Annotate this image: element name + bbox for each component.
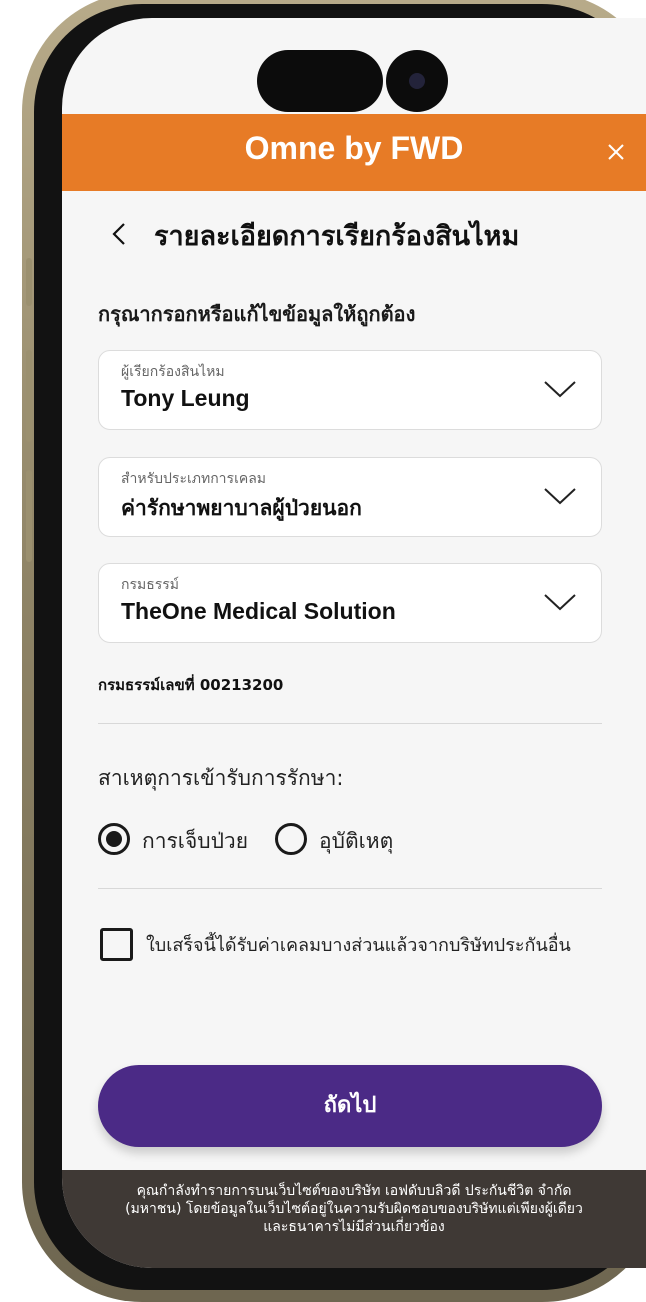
disclaimer-line: คุณกำลังทำรายการบนเว็บไซต์ของบริษัท เอฟด… bbox=[136, 1183, 572, 1199]
policy-value: TheOne Medical Solution bbox=[121, 598, 396, 624]
radio-selected-dot bbox=[106, 831, 122, 847]
dynamic-island bbox=[257, 50, 383, 112]
camera-lens bbox=[409, 73, 425, 89]
close-icon[interactable] bbox=[600, 136, 632, 168]
chevron-down-icon bbox=[544, 381, 576, 398]
next-button[interactable]: ถัดไป bbox=[98, 1065, 602, 1147]
chevron-down-icon bbox=[544, 594, 576, 611]
claim-type-select[interactable]: สำหรับประเภทการเคลม ค่ารักษาพยาบาลผู้ป่ว… bbox=[98, 457, 602, 537]
policy-number: กรมธรรม์เลขที่ 00213200 bbox=[98, 676, 284, 694]
radio-illness-label: การเจ็บป่วย bbox=[142, 829, 249, 853]
page-title: รายละเอียดการเรียกร้องสินไหม bbox=[154, 221, 520, 252]
claimant-label: ผู้เรียกร้องสินไหม bbox=[121, 364, 225, 380]
disclaimer-line: และธนาคารไม่มีส่วนเกี่ยวข้อง bbox=[263, 1219, 445, 1235]
disclaimer-line: (มหาชน) โดยข้อมูลในเว็บไซต์อยู่ในความรับ… bbox=[125, 1201, 583, 1217]
radio-circle bbox=[275, 823, 307, 855]
app-header: Omne by FWD bbox=[62, 114, 646, 191]
other-insurance-label: ใบเสร็จนี้ได้รับค่าเคลมบางส่วนแล้วจากบริ… bbox=[146, 935, 571, 956]
claim-type-label: สำหรับประเภทการเคลม bbox=[121, 471, 267, 487]
mute-switch bbox=[26, 258, 32, 306]
radio-accident-label: อุบัติเหตุ bbox=[319, 829, 394, 853]
form-instruction: กรุณากรอกหรือแก้ไขข้อมูลให้ถูกต้อง bbox=[98, 302, 416, 326]
disclaimer-footer: คุณกำลังทำรายการบนเว็บไซต์ของบริษัท เอฟด… bbox=[62, 1170, 646, 1268]
radio-illness[interactable]: การเจ็บป่วย bbox=[98, 821, 258, 857]
divider bbox=[98, 888, 602, 889]
claimant-value: Tony Leung bbox=[121, 385, 250, 411]
policy-label: กรมธรรม์ bbox=[121, 577, 180, 593]
radio-accident[interactable]: อุบัติเหตุ bbox=[275, 821, 415, 857]
app-title: Omne by FWD bbox=[244, 130, 464, 166]
divider bbox=[98, 723, 602, 724]
treatment-reason-label: สาเหตุการเข้ารับการรักษา: bbox=[98, 766, 344, 790]
other-insurance-checkbox[interactable] bbox=[100, 928, 133, 961]
volume-down-button bbox=[26, 470, 32, 562]
back-arrow-icon[interactable] bbox=[108, 220, 132, 248]
phone-screen: Omne by FWD รายละเอียดการเรียกร้องสินไหม… bbox=[62, 18, 646, 1268]
front-camera bbox=[386, 50, 448, 112]
radio-circle bbox=[98, 823, 130, 855]
policy-select[interactable]: กรมธรรม์ TheOne Medical Solution bbox=[98, 563, 602, 643]
volume-up-button bbox=[26, 350, 32, 442]
claim-type-value: ค่ารักษาพยาบาลผู้ป่วยนอก bbox=[121, 496, 362, 520]
chevron-down-icon bbox=[544, 488, 576, 505]
claimant-select[interactable]: ผู้เรียกร้องสินไหม Tony Leung bbox=[98, 350, 602, 430]
